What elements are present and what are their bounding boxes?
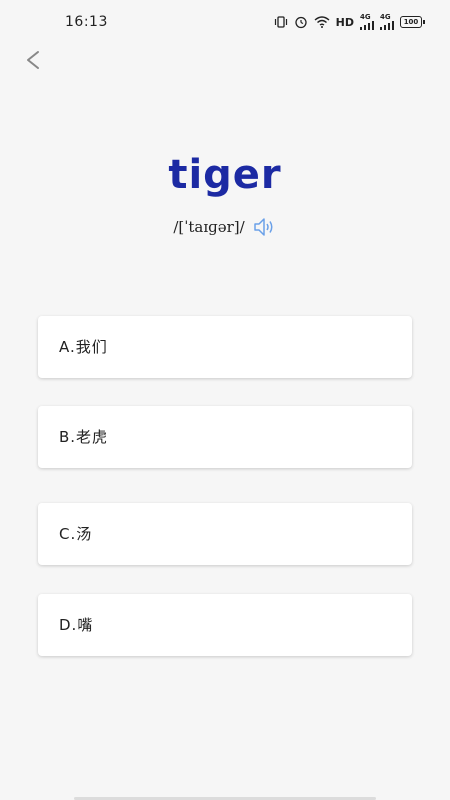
option-d[interactable]: D.嘴 <box>38 594 412 656</box>
option-label: A.我们 <box>59 338 108 356</box>
vibrate-icon <box>274 15 288 29</box>
alarm-icon <box>294 15 308 29</box>
vocab-word: tiger <box>168 152 282 198</box>
network-type-2: 4G <box>380 13 391 21</box>
speaker-icon <box>253 218 273 236</box>
hd-label: HD <box>335 15 354 29</box>
network-type-1: 4G <box>360 13 371 21</box>
chevron-left-icon <box>27 51 39 69</box>
back-button[interactable] <box>20 46 50 76</box>
option-b[interactable]: B.老虎 <box>38 406 412 468</box>
status-icons: HD 4G 4G 100 <box>274 14 425 30</box>
status-time: 16:13 <box>65 14 108 30</box>
option-label: B.老虎 <box>59 428 109 446</box>
option-c[interactable]: C.汤 <box>38 503 412 565</box>
option-label: C.汤 <box>59 525 93 543</box>
signal-icon-2: 4G <box>380 14 394 30</box>
battery-icon: 100 <box>400 16 425 28</box>
option-label: D.嘴 <box>59 616 94 634</box>
signal-icon-1: 4G <box>360 14 374 30</box>
phonetic-text: /[ˈtaɪɡər]/ <box>173 218 245 236</box>
option-a[interactable]: A.我们 <box>38 316 412 378</box>
status-bar: 16:13 HD 4G 4G 100 <box>0 0 450 44</box>
phonetic-row: /[ˈtaɪɡər]/ <box>0 216 450 238</box>
speaker-button[interactable] <box>253 216 277 238</box>
wifi-icon <box>314 15 330 29</box>
